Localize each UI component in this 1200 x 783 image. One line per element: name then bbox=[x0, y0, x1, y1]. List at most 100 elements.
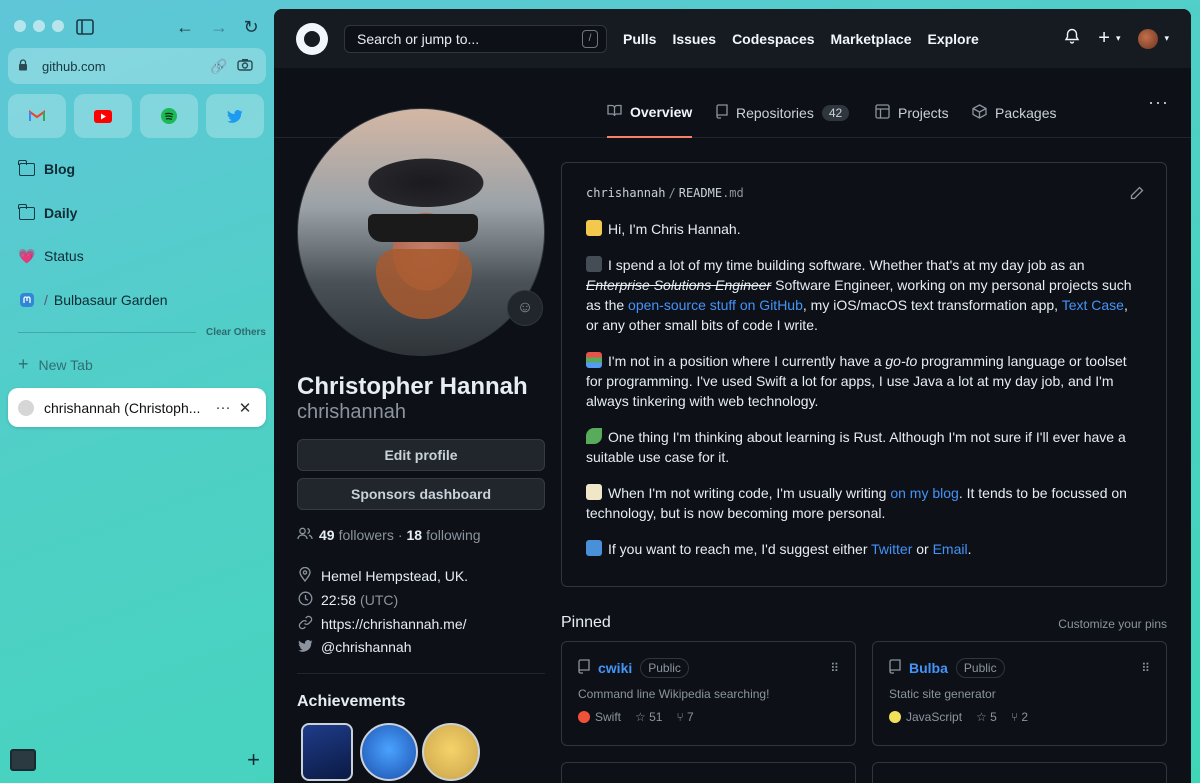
add-space-icon[interactable]: + bbox=[247, 747, 260, 773]
repo-forks[interactable]: ⑂ 7 bbox=[676, 710, 693, 724]
readme-owner-link[interactable]: chrishannah bbox=[586, 186, 665, 200]
nav-marketplace[interactable]: Marketplace bbox=[831, 31, 912, 47]
nav-explore[interactable]: Explore bbox=[927, 31, 978, 47]
sidebar-item-bulbasaur-garden[interactable]: / Bulbasaur Garden bbox=[8, 282, 266, 318]
tab-packages-label: Packages bbox=[995, 105, 1057, 121]
set-status-smiley-icon[interactable]: ☺ bbox=[507, 290, 543, 326]
nav-codespaces[interactable]: Codespaces bbox=[732, 31, 814, 47]
repo-icon bbox=[889, 659, 901, 677]
create-new-icon[interactable]: + bbox=[1098, 27, 1110, 50]
pinned-repo-card[interactable] bbox=[561, 762, 856, 783]
readme-file-link[interactable]: README bbox=[679, 186, 722, 200]
edit-profile-button[interactable]: Edit profile bbox=[297, 439, 545, 471]
following-count[interactable]: 18 bbox=[407, 527, 423, 543]
bell-icon[interactable] bbox=[1064, 28, 1080, 49]
zoom-window-button[interactable] bbox=[52, 20, 64, 32]
achievement-starstruck-badge-icon[interactable] bbox=[422, 723, 480, 781]
follow-stats: 49 followers · 18 following bbox=[297, 527, 481, 543]
library-icon[interactable] bbox=[10, 749, 36, 771]
user-avatar[interactable] bbox=[1138, 28, 1159, 49]
url-bar[interactable]: github.com 🔗 bbox=[8, 48, 266, 84]
reload-icon[interactable]: ↻ bbox=[238, 14, 264, 40]
pinned-repo-card[interactable]: Bulba Public ⠿ Static site generator Jav… bbox=[872, 641, 1167, 746]
achievement-shark-badge-icon[interactable] bbox=[360, 723, 418, 781]
repo-forks[interactable]: ⑂ 2 bbox=[1011, 710, 1028, 724]
camera-icon[interactable] bbox=[234, 58, 256, 74]
new-tab-label: New Tab bbox=[38, 356, 93, 373]
location-text: Hemel Hempstead, UK. bbox=[321, 568, 469, 584]
nav-issues[interactable]: Issues bbox=[672, 31, 716, 47]
active-tab-title: chrishannah (Christoph... bbox=[44, 399, 201, 416]
favorite-twitter[interactable] bbox=[206, 94, 264, 138]
tab-packages[interactable]: Packages bbox=[972, 100, 1056, 138]
tab-more-icon[interactable]: ··· bbox=[212, 399, 234, 416]
tab-repositories[interactable]: Repositories 42 bbox=[716, 100, 850, 138]
blog-link[interactable]: on my blog bbox=[890, 485, 958, 501]
sidebar-item-label: Bulbasaur Garden bbox=[53, 292, 168, 308]
sidebar-item-blog[interactable]: Blog bbox=[8, 151, 266, 187]
profile-twitter[interactable]: @chrishannah bbox=[297, 639, 412, 655]
text-case-link[interactable]: Text Case bbox=[1062, 297, 1124, 313]
readme-path: chrishannah / README.md bbox=[586, 183, 1142, 203]
active-tab[interactable]: chrishannah (Christoph... ··· ✕ bbox=[8, 388, 266, 427]
nav-pulls[interactable]: Pulls bbox=[623, 31, 656, 47]
youtube-icon bbox=[94, 109, 112, 123]
seedling-icon bbox=[586, 428, 602, 444]
email-link[interactable]: Email bbox=[933, 541, 968, 557]
repo-stars[interactable]: ☆ 5 bbox=[976, 710, 997, 724]
website-link[interactable]: https://chrishannah.me/ bbox=[321, 616, 467, 632]
sidebar-toggle-icon[interactable] bbox=[72, 14, 98, 40]
readme-text: . bbox=[967, 541, 972, 557]
global-nav: Pulls Issues Codespaces Marketplace Expl… bbox=[623, 31, 979, 47]
mastodon-icon bbox=[18, 291, 36, 309]
repo-name-link[interactable]: Bulba bbox=[909, 660, 948, 676]
sidebar-item-label: Daily bbox=[44, 205, 78, 221]
forks-count: 7 bbox=[687, 710, 694, 724]
following-label[interactable]: following bbox=[426, 527, 480, 543]
sidebar-item-status[interactable]: 💗 Status bbox=[8, 238, 266, 274]
tab-projects[interactable]: Projects bbox=[875, 100, 949, 138]
achievement-arctic-badge-icon[interactable] bbox=[301, 723, 353, 781]
profile-website[interactable]: https://chrishannah.me/ bbox=[297, 615, 467, 633]
forward-arrow-icon[interactable]: → bbox=[206, 14, 232, 40]
clear-others-button[interactable]: Clear Others bbox=[206, 327, 266, 338]
search-input[interactable]: Search or jump to... / bbox=[344, 24, 607, 53]
sponsors-dashboard-button[interactable]: Sponsors dashboard bbox=[297, 478, 545, 510]
followers-label[interactable]: followers bbox=[339, 527, 394, 543]
favorite-spotify[interactable] bbox=[140, 94, 198, 138]
followers-count[interactable]: 49 bbox=[319, 527, 335, 543]
package-icon bbox=[972, 104, 987, 122]
repo-stars[interactable]: ☆ 51 bbox=[635, 710, 662, 724]
more-options-icon[interactable]: ··· bbox=[1148, 92, 1169, 113]
profile-avatar[interactable] bbox=[297, 108, 545, 356]
repo-name-link[interactable]: cwiki bbox=[598, 660, 632, 676]
pinned-repo-card[interactable]: cwiki Public ⠿ Command line Wikipedia se… bbox=[561, 641, 856, 746]
twitter-handle-link[interactable]: @chrishannah bbox=[321, 639, 412, 655]
open-source-link[interactable]: open-source stuff on GitHub bbox=[628, 297, 803, 313]
customize-pins-link[interactable]: Customize your pins bbox=[1058, 617, 1167, 631]
readme-paragraph: If you want to reach me, I'd suggest eit… bbox=[586, 539, 1142, 559]
achievements-heading[interactable]: Achievements bbox=[297, 693, 406, 711]
pinned-heading: Pinned bbox=[561, 614, 611, 631]
drag-handle-icon[interactable]: ⠿ bbox=[1141, 661, 1150, 675]
pencil-icon[interactable] bbox=[1130, 185, 1144, 205]
copy-link-icon[interactable]: 🔗 bbox=[208, 58, 230, 75]
star-icon: ☆ bbox=[635, 710, 646, 724]
drag-handle-icon[interactable]: ⠿ bbox=[830, 661, 839, 675]
path-separator: / bbox=[44, 292, 48, 308]
close-window-button[interactable] bbox=[14, 20, 26, 32]
mailbox-icon bbox=[586, 540, 602, 556]
readme-paragraph: I spend a lot of my time building softwa… bbox=[586, 255, 1142, 335]
minimize-window-button[interactable] bbox=[33, 20, 45, 32]
pinned-repo-card[interactable] bbox=[872, 762, 1167, 783]
close-tab-icon[interactable]: ✕ bbox=[234, 399, 256, 417]
favorite-gmail[interactable] bbox=[8, 94, 66, 138]
twitter-link[interactable]: Twitter bbox=[871, 541, 912, 557]
sidebar-item-daily[interactable]: Daily bbox=[8, 195, 266, 231]
back-arrow-icon[interactable]: ← bbox=[172, 14, 198, 40]
new-tab-button[interactable]: + New Tab bbox=[18, 354, 93, 375]
readme-text: One thing I'm thinking about learning is… bbox=[586, 429, 1126, 465]
github-logo-icon[interactable] bbox=[296, 22, 328, 55]
tab-overview[interactable]: Overview bbox=[607, 100, 693, 138]
favorite-youtube[interactable] bbox=[74, 94, 132, 138]
